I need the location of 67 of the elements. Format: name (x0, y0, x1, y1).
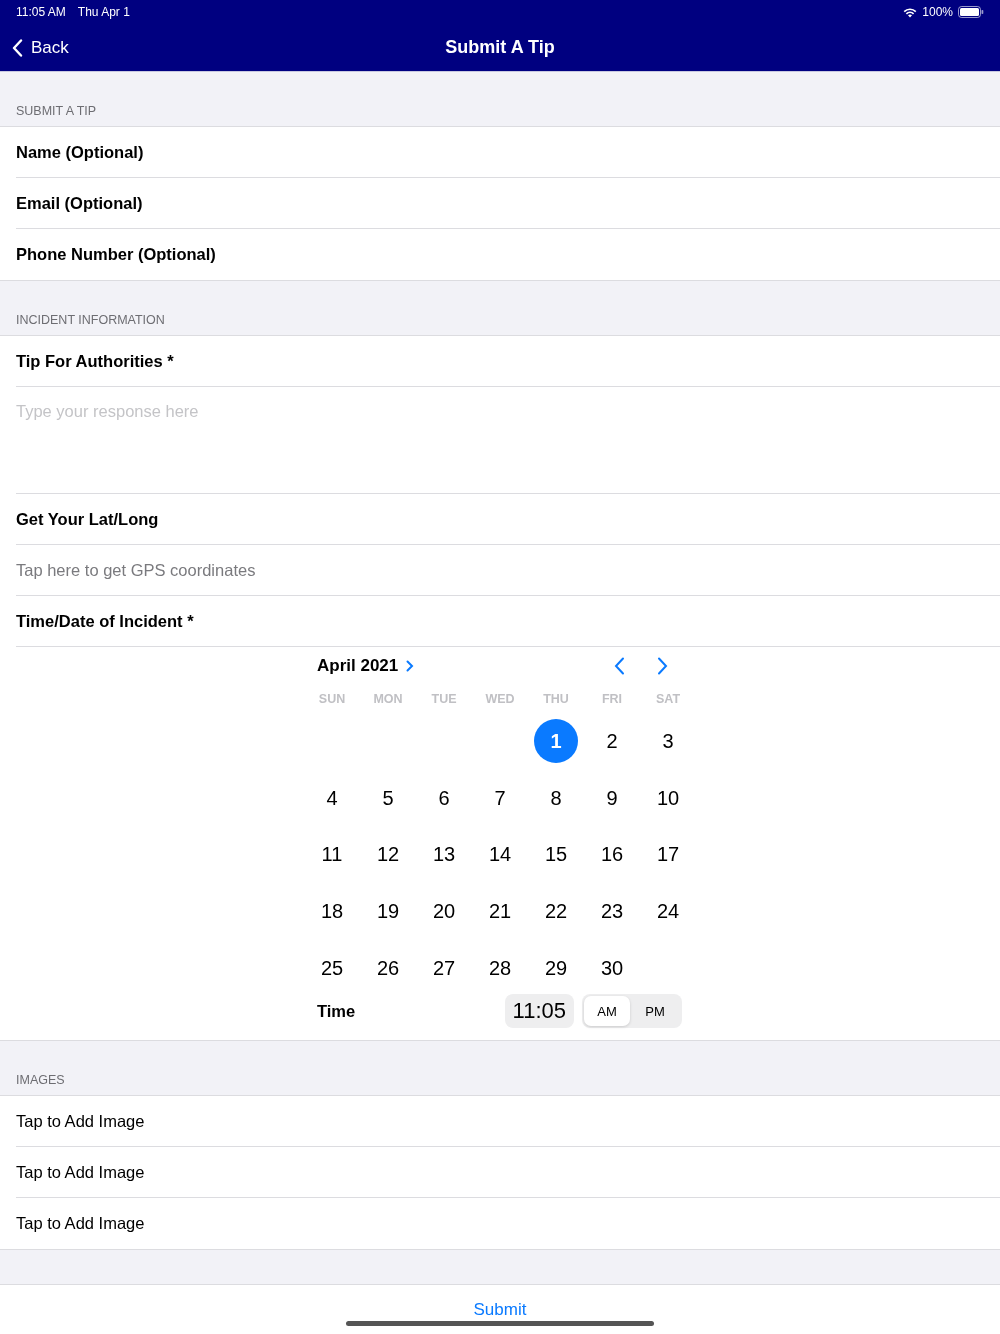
weekday-label: MON (372, 692, 404, 706)
weekday-label: TUE (430, 692, 458, 706)
calendar-day[interactable]: 3 (646, 719, 690, 764)
calendar-day[interactable]: 28 (478, 946, 522, 991)
calendar-day[interactable]: 20 (422, 889, 466, 934)
chevron-right-icon (406, 660, 415, 672)
battery-icon (958, 6, 984, 18)
chevron-right-icon (657, 657, 668, 675)
period-segment[interactable]: PM (632, 996, 678, 1027)
calendar-day[interactable]: 30 (590, 946, 634, 991)
add-image-item[interactable]: Tap to Add Image (16, 1162, 145, 1182)
back-button[interactable]: Back (12, 37, 69, 58)
calendar-day[interactable]: 1 (534, 719, 578, 764)
calendar-day[interactable]: 4 (310, 776, 354, 821)
section-header: INCIDENT INFORMATION (16, 313, 165, 327)
calendar-day[interactable]: 16 (590, 832, 634, 877)
status-time: 11:05 AM (16, 5, 66, 19)
calendar-day[interactable]: 2 (590, 719, 634, 764)
weekday-label: SAT (654, 692, 682, 706)
calendar-day[interactable]: 27 (422, 946, 466, 991)
period-segment[interactable]: AM (584, 996, 630, 1027)
status-date: Thu Apr 1 (77, 5, 130, 19)
calendar-day[interactable]: 14 (478, 832, 522, 877)
weekday-label: FRI (600, 692, 624, 706)
calendar-day[interactable]: 12 (366, 832, 410, 877)
calendar-day[interactable]: 13 (422, 832, 466, 877)
field-label: Get Your Lat/Long (16, 509, 159, 529)
calendar-day[interactable]: 7 (478, 776, 522, 821)
weekday-label: THU (542, 692, 570, 706)
section-header: SUBMIT A TIP (16, 104, 97, 118)
calendar-day[interactable]: 18 (310, 889, 354, 934)
time-label: Time (317, 1001, 356, 1021)
wifi-icon (903, 6, 918, 18)
chevron-left-icon (614, 657, 625, 675)
gps-action[interactable]: Tap here to get GPS coordinates (16, 560, 256, 580)
submit-button[interactable]: Submit (473, 1300, 527, 1320)
calendar-day[interactable]: 22 (534, 889, 578, 934)
calendar-day[interactable]: 8 (534, 776, 578, 821)
month-selector[interactable]: April 2021 (317, 656, 415, 676)
field-label: Tip For Authorities * (16, 351, 174, 371)
weekday-label: SUN (317, 692, 347, 706)
field-label[interactable]: Name (Optional) (16, 142, 144, 162)
calendar-day[interactable]: 25 (310, 946, 354, 991)
calendar-day[interactable]: 5 (366, 776, 410, 821)
field-label[interactable]: Phone Number (Optional) (16, 245, 216, 264)
time-field[interactable]: 11:05 (504, 994, 574, 1029)
section-header: IMAGES (16, 1073, 65, 1087)
calendar-day[interactable]: 19 (366, 889, 410, 934)
calendar-day[interactable]: 23 (590, 889, 634, 934)
calendar-day[interactable]: 21 (478, 889, 522, 934)
battery-percent: 100% (922, 5, 953, 19)
calendar-day[interactable]: 24 (646, 889, 690, 934)
calendar-day[interactable]: 9 (590, 776, 634, 821)
field-label[interactable]: Email (Optional) (16, 193, 143, 213)
screen-title: Submit A Tip (445, 37, 555, 58)
add-image-item[interactable]: Tap to Add Image (16, 1214, 145, 1233)
calendar-day[interactable]: 11 (310, 832, 354, 877)
field-label: Time/Date of Incident * (16, 611, 194, 631)
calendar-day[interactable]: 15 (534, 832, 578, 877)
chevron-left-icon (12, 38, 23, 57)
calendar-day[interactable]: 26 (366, 946, 410, 991)
calendar-day[interactable]: 29 (534, 946, 578, 991)
calendar-day[interactable]: 17 (646, 832, 690, 877)
add-image-item[interactable]: Tap to Add Image (16, 1111, 145, 1131)
calendar-day[interactable]: 10 (646, 776, 690, 821)
weekday-label: WED (484, 692, 516, 706)
calendar-day[interactable]: 6 (422, 776, 466, 821)
